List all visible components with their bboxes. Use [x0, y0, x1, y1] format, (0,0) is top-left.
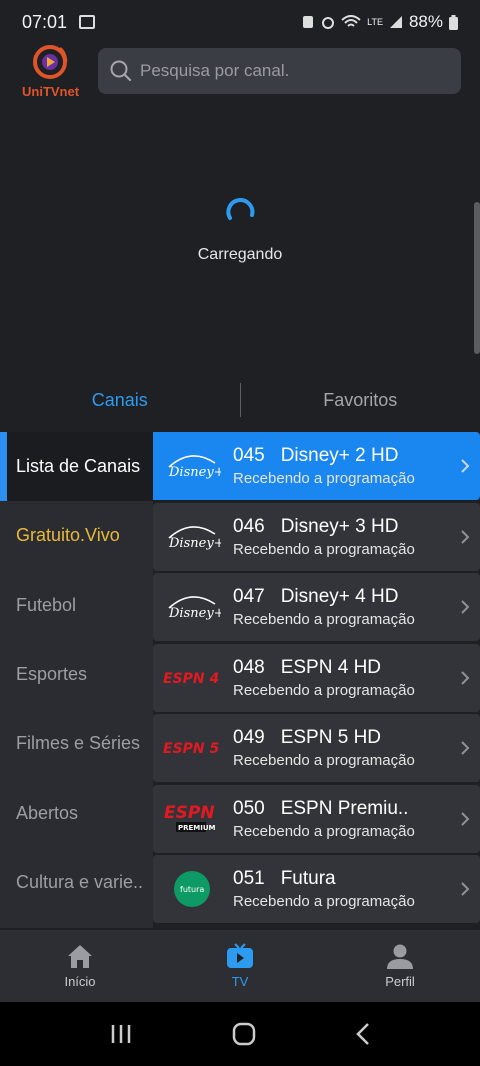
channel-number: 050: [233, 797, 265, 819]
channel-name: Disney+ 2 HD: [280, 445, 399, 466]
channel-row[interactable]: ESPN 4 048 ESPN 4 HD Recebendo a programa…: [153, 643, 480, 712]
espn-5-logo: ESPN 5: [153, 714, 231, 782]
svg-text:Disney+: Disney+: [168, 536, 221, 551]
channel-row[interactable]: Disney+ 046 Disney+ 3 HD Recebendo a prog…: [153, 502, 480, 571]
espn-4-logo: ESPN 4: [153, 644, 231, 712]
svg-text:Disney+: Disney+: [168, 606, 221, 621]
loading-text: Carregando: [197, 246, 283, 263]
battery-level: 88%: [408, 12, 443, 31]
recent-apps-icon[interactable]: [109, 1023, 133, 1045]
channel-status: Recebendo a programação: [233, 681, 415, 699]
tv-icon: [227, 943, 253, 968]
channel-name: Futura: [280, 868, 336, 889]
channel-number: 047: [233, 586, 265, 607]
search-bar[interactable]: [98, 48, 461, 94]
disney-plus-logo: Disney+: [153, 503, 231, 571]
category-sidebar: Lista de Canais Gratuito.Vivo Futebol Es…: [0, 432, 153, 928]
category-lista-de-canais[interactable]: Lista de Canais: [0, 432, 153, 502]
channel-status: Recebendo a programação: [233, 470, 415, 487]
nav-inicio[interactable]: Início: [0, 930, 160, 1002]
channel-row[interactable]: ESPN 5 049 ESPN 5 HD Recebendo a programa…: [153, 714, 480, 782]
svg-text:ESPN 5: ESPN 5: [163, 741, 219, 757]
category-futebol[interactable]: Futebol: [0, 571, 153, 640]
channel-number: 049: [233, 727, 265, 748]
channel-status: Recebendo a programação: [233, 611, 415, 628]
nav-inicio-label: Início: [64, 974, 96, 989]
channel-number: 048: [233, 656, 265, 678]
scrollbar[interactable]: [474, 202, 480, 354]
channel-name: ESPN 5 HD: [280, 727, 382, 748]
app-header: UniTVnet: [0, 44, 480, 104]
channel-name: ESPN Premiu..: [280, 797, 409, 819]
svg-text:ESPN 4: ESPN 4: [163, 671, 219, 687]
tab-canais[interactable]: Canais: [0, 390, 240, 411]
chevron-right-icon: [461, 600, 470, 614]
svg-text:PREMIUM: PREMIUM: [178, 824, 216, 832]
alarm-icon: [322, 17, 335, 29]
home-icon: [68, 945, 92, 968]
search-input[interactable]: [140, 61, 440, 81]
svg-text:ESPN: ESPN: [164, 803, 215, 823]
espn-premium-logo: ESPN PREMIUM: [153, 785, 231, 853]
disney-plus-logo: Disney+: [153, 432, 231, 500]
channel-status: Recebendo a programação: [233, 822, 415, 840]
loading-indicator: Carregando: [0, 195, 480, 264]
battery-icon: [449, 14, 458, 30]
channel-name: Disney+ 3 HD: [280, 515, 399, 537]
channel-name: Disney+ 4 HD: [280, 586, 399, 607]
chevron-right-icon: [461, 811, 470, 826]
channel-row[interactable]: ESPN PREMIUM 050 ESPN Premiu.. Recebendo …: [153, 784, 480, 853]
chevron-right-icon: [461, 882, 470, 896]
logo-text: UniTVnet: [22, 84, 80, 99]
category-cultura-e-variedades[interactable]: Cultura e varie..: [0, 848, 153, 917]
channel-tabs: Canais Favoritos: [0, 378, 480, 422]
loading-spinner-icon: [226, 197, 255, 220]
profile-icon: [387, 944, 413, 969]
tab-favoritos[interactable]: Favoritos: [241, 390, 480, 411]
status-bar: 07:01 LTE 88%: [0, 0, 480, 44]
network-type: LTE: [367, 16, 383, 27]
channel-status: Recebendo a programação: [233, 893, 415, 910]
wifi-icon: [341, 15, 361, 27]
channel-number: 051: [233, 868, 265, 889]
chevron-right-icon: [461, 459, 470, 473]
status-time: 07:01: [22, 11, 68, 32]
screen-record-icon: [79, 15, 96, 29]
category-abertos[interactable]: Abertos: [0, 778, 153, 847]
nav-tv-label: TV: [231, 974, 249, 989]
chevron-right-icon: [461, 670, 470, 685]
notification-icon: [303, 16, 314, 28]
channel-status: Recebendo a programação: [233, 540, 415, 558]
svg-text:Disney+: Disney+: [168, 465, 221, 480]
chevron-right-icon: [461, 741, 470, 755]
nav-perfil[interactable]: Perfil: [320, 930, 480, 1002]
search-icon: [110, 60, 132, 82]
back-icon[interactable]: [355, 1022, 371, 1046]
futura-logo: futura: [153, 855, 231, 923]
channel-name: ESPN 4 HD: [280, 656, 382, 678]
nav-tv[interactable]: TV: [160, 930, 320, 1002]
channel-list: Disney+ 045 Disney+ 2 HD Recebendo a prog…: [153, 432, 480, 928]
home-button-icon[interactable]: [232, 1022, 256, 1046]
system-navigation-bar: [0, 1002, 480, 1066]
disney-plus-logo: Disney+: [153, 573, 231, 641]
category-filmes-e-series[interactable]: Filmes e Séries: [0, 709, 153, 778]
channel-status: Recebendo a programação: [233, 752, 415, 769]
signal-icon: [389, 16, 402, 28]
channel-row[interactable]: futura 051 Futura Recebendo a programação: [153, 855, 480, 923]
category-gratuito-vivo[interactable]: Gratuito.Vivo: [0, 501, 153, 570]
chevron-right-icon: [461, 529, 470, 544]
channel-row[interactable]: Disney+ 047 Disney+ 4 HD Recebendo a prog…: [153, 573, 480, 641]
nav-perfil-label: Perfil: [385, 974, 415, 989]
channel-number: 046: [233, 515, 265, 537]
category-esportes[interactable]: Esportes: [0, 640, 153, 709]
bottom-navigation: Início TV Perfil: [0, 930, 480, 1002]
channel-number: 045: [233, 445, 265, 466]
svg-text:futura: futura: [180, 885, 204, 894]
channel-row[interactable]: Disney+ 045 Disney+ 2 HD Recebendo a prog…: [153, 432, 480, 500]
